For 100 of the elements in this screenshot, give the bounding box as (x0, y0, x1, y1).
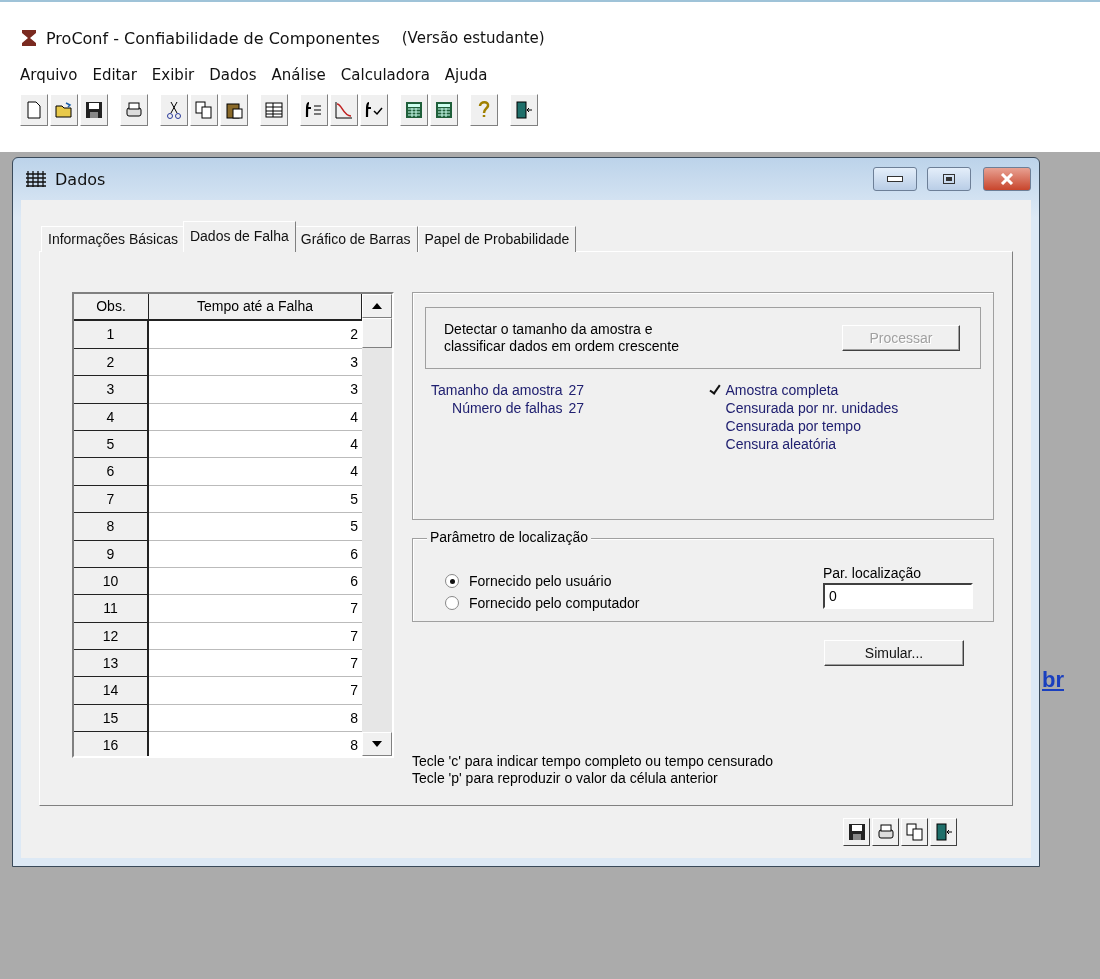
maximize-button[interactable] (927, 167, 971, 191)
table-cell[interactable]: 3 (149, 376, 362, 404)
row-header: 3 (74, 376, 149, 404)
detect-description: Detectar o tamanho da amostra e classificar dados em ordem crescente (444, 321, 680, 355)
function-check-icon (364, 100, 384, 120)
table-cell[interactable]: 6 (149, 567, 362, 596)
radio-label: Fornecido pelo computador (469, 595, 640, 611)
minimize-icon (887, 176, 903, 182)
row-header: 14 (74, 677, 149, 705)
cut-button[interactable] (160, 94, 188, 126)
copy-button[interactable] (190, 94, 218, 126)
save-button[interactable] (843, 818, 870, 846)
exit-door-icon (514, 100, 534, 120)
dialog-title: Dados (55, 169, 107, 189)
open-folder-icon (54, 100, 74, 120)
tab[interactable]: Papel de Probabilidade (417, 226, 577, 252)
menu-item[interactable]: Calculadora (340, 66, 430, 84)
function-list-icon (304, 100, 324, 120)
simulate-button[interactable]: Simular... (824, 640, 964, 666)
row-header: 7 (74, 485, 149, 514)
down-arrow-icon (372, 741, 382, 747)
new-button[interactable] (20, 94, 48, 126)
copy-icon (904, 822, 925, 842)
group-legend: Parâmetro de localização (427, 529, 591, 545)
print-button[interactable] (120, 94, 148, 126)
table-cell[interactable]: 6 (149, 540, 362, 568)
calculator-button[interactable] (430, 94, 458, 126)
table-cell[interactable]: 7 (149, 595, 362, 623)
row-header: 4 (74, 403, 149, 431)
tab[interactable]: Gráfico de Barras (293, 226, 418, 252)
row-header: 9 (74, 540, 149, 568)
function-list-button[interactable] (300, 94, 328, 126)
function-check-button[interactable] (360, 94, 388, 126)
calculator-button[interactable] (400, 94, 428, 126)
curve-button[interactable] (330, 94, 358, 126)
radio-button[interactable] (445, 596, 459, 610)
hint-text: Tecle 'p' para reproduzir o valor da célula anterior (412, 770, 719, 787)
table-icon (264, 100, 284, 120)
row-header: 6 (74, 458, 149, 486)
column-header: Obs. (74, 294, 149, 322)
close-icon (1000, 173, 1014, 185)
new-file-icon (24, 100, 44, 120)
radio-button[interactable] (445, 574, 459, 588)
row-header: 5 (74, 430, 149, 459)
scroll-thumb[interactable] (362, 318, 392, 348)
hourglass-icon (20, 29, 38, 47)
app-title: ProConf - Confiabilidade de Componentes (46, 28, 380, 48)
table-cell[interactable]: 8 (149, 732, 362, 756)
save-button[interactable] (80, 94, 108, 126)
table-cell[interactable]: 4 (149, 458, 362, 486)
table-cell[interactable]: 7 (149, 677, 362, 705)
table-button[interactable] (260, 94, 288, 126)
table-cell[interactable]: 5 (149, 485, 362, 514)
tab[interactable]: Informações Básicas (41, 226, 185, 252)
exit-button[interactable] (930, 818, 957, 846)
minimize-button[interactable] (873, 167, 917, 191)
copy-button[interactable] (901, 818, 928, 846)
table-cell[interactable]: 4 (149, 403, 362, 431)
scroll-down-button[interactable] (362, 732, 392, 756)
table-cell[interactable]: 7 (149, 650, 362, 678)
paste-button[interactable] (220, 94, 248, 126)
stat-value: 27 (568, 399, 586, 417)
printer-icon (124, 100, 144, 120)
scroll-up-button[interactable] (362, 294, 392, 318)
table-cell[interactable]: 7 (149, 622, 362, 651)
tab[interactable]: Dados de Falha (182, 221, 296, 252)
row-header: 15 (74, 704, 149, 733)
open-button[interactable] (50, 94, 78, 126)
exit-button[interactable] (510, 94, 538, 126)
table-cell[interactable]: 3 (149, 348, 362, 377)
app-edition: (Versão estudante) (401, 29, 545, 47)
row-header: 2 (74, 348, 149, 377)
table-cell[interactable]: 5 (149, 513, 362, 541)
sample-type-option: Censura aleatória (707, 435, 899, 453)
web-link[interactable]: br (1042, 667, 1064, 693)
table-cell[interactable]: 2 (149, 321, 362, 349)
grid-icon (25, 170, 47, 188)
stat-label: Tamanho da amostra (431, 381, 563, 399)
close-button[interactable] (983, 167, 1031, 191)
copy-icon (194, 100, 214, 120)
sample-type-option: Censurada por tempo (707, 417, 899, 435)
help-button[interactable] (470, 94, 498, 126)
exit-door-icon (933, 822, 954, 842)
row-header: 10 (74, 567, 149, 596)
maximize-icon (943, 174, 955, 184)
decay-curve-icon (334, 100, 354, 120)
menu-item[interactable]: Ajuda (444, 66, 488, 84)
menu-item[interactable]: Exibir (151, 66, 195, 84)
location-field[interactable]: 0 (823, 583, 973, 609)
hint-text: Tecle 'c' para indicar tempo completo ou tempo censurado (412, 753, 774, 770)
menu-item[interactable]: Editar (92, 66, 137, 84)
row-header: 12 (74, 622, 149, 651)
print-button[interactable] (872, 818, 899, 846)
table-cell[interactable]: 4 (149, 430, 362, 459)
table-cell[interactable]: 8 (149, 704, 362, 733)
radio-label: Fornecido pelo usuário (469, 573, 612, 589)
menu-item[interactable]: Análise (271, 66, 326, 84)
up-arrow-icon (372, 303, 382, 309)
menu-item[interactable]: Arquivo (20, 66, 78, 84)
menu-item[interactable]: Dados (209, 66, 257, 84)
